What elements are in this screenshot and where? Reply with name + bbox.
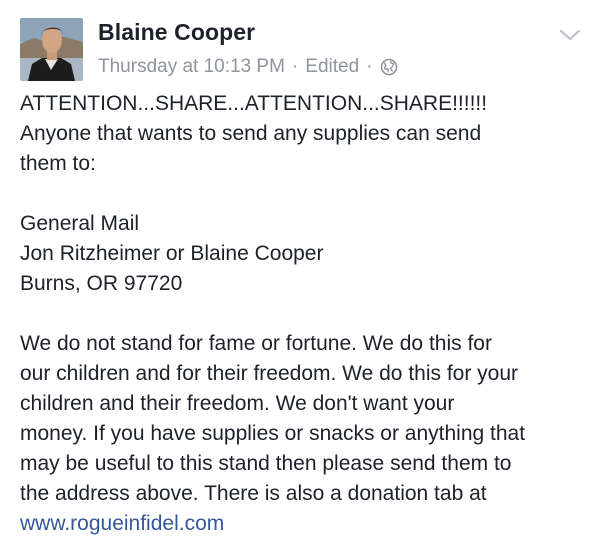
facebook-post: Blaine Cooper Thursday at 10:13 PM · Edi… [0,0,603,535]
post-timestamp[interactable]: Thursday at 10:13 PM [98,56,285,78]
body-line: children and their freedom. We don't wan… [20,392,455,415]
post-body: ATTENTION...SHARE...ATTENTION...SHARE!!!… [20,89,595,539]
address-line: General Mail [20,212,140,235]
author-name[interactable]: Blaine Cooper [98,19,255,46]
meta-separator: · [291,56,299,77]
globe-icon[interactable] [380,58,398,76]
body-line: them to: [20,152,96,175]
post-meta: Thursday at 10:13 PM · Edited · [98,56,398,78]
website-link[interactable]: www.rogueinfidel.com [20,509,595,539]
author-avatar[interactable] [20,18,83,81]
body-line: money. If you have supplies or snacks or… [20,422,526,445]
chevron-down-icon[interactable] [559,28,581,42]
address-line: Burns, OR 97720 [20,272,183,295]
body-line: may be useful to this stand then please … [20,452,512,475]
avatar-image [20,18,83,81]
body-line: Anyone that wants to send any supplies c… [20,122,482,145]
address-line: Jon Ritzheimer or Blaine Cooper [20,242,324,265]
body-line: our children and for their freedom. We d… [20,362,519,385]
body-line: the address above. There is also a donat… [20,482,487,505]
edited-label[interactable]: Edited [305,56,359,78]
meta-separator: · [366,56,373,77]
body-line: We do not stand for fame or fortune. We … [20,332,492,355]
headline: ATTENTION...SHARE...ATTENTION...SHARE!!!… [20,92,488,115]
